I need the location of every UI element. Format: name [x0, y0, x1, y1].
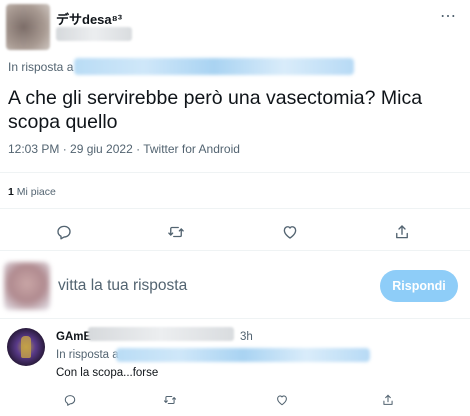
- reply-submit-label: Rispondi: [392, 279, 446, 293]
- likes-count-row[interactable]: 1 Mi piace: [8, 186, 56, 198]
- tweet-text: A che gli servirebbe però una vasectomia…: [8, 87, 423, 133]
- avatar-figure: [21, 336, 31, 358]
- reply-context-mentions[interactable]: [74, 58, 354, 75]
- divider: [0, 318, 470, 319]
- retweet-icon: [168, 226, 184, 238]
- reply-context: In risposta a: [56, 349, 119, 361]
- reply-text: Con la scopa...forse: [56, 367, 159, 379]
- reply-context-label: In risposta a: [8, 60, 74, 74]
- reply-context-label: In risposta a: [56, 349, 119, 361]
- reply-share-button[interactable]: [376, 388, 400, 412]
- likes-count: 1: [8, 186, 14, 198]
- divider: [0, 172, 470, 173]
- tweet-author-name[interactable]: デサdesa⁸³: [56, 9, 122, 28]
- tweet-author-handle[interactable]: [56, 27, 132, 41]
- reply-icon: [57, 225, 71, 240]
- reply-time[interactable]: 3h: [240, 331, 253, 343]
- reply-reply-button[interactable]: [58, 388, 82, 412]
- more-options-icon[interactable]: ⋯: [440, 6, 456, 26]
- composer-placeholder: vitta la tua risposta: [58, 277, 188, 294]
- reply-submit-button[interactable]: Rispondi: [380, 270, 458, 302]
- reply-author-name[interactable]: GAmE: [56, 331, 91, 343]
- reply-author-handle[interactable]: [88, 327, 234, 341]
- composer-input[interactable]: vitta la tua risposta: [58, 272, 358, 300]
- tweet-timestamp[interactable]: 12:03 PM · 29 giu 2022 · Twitter for And…: [8, 142, 240, 156]
- likes-label: Mi piace: [16, 186, 56, 198]
- reply-retweet-button[interactable]: [158, 388, 182, 412]
- reply-button[interactable]: [52, 220, 76, 244]
- divider: [0, 250, 470, 251]
- retweet-button[interactable]: [164, 220, 188, 244]
- like-icon: [283, 226, 297, 239]
- reply-context: In risposta a: [8, 60, 73, 74]
- share-icon: [396, 225, 408, 239]
- reply-like-button[interactable]: [270, 388, 294, 412]
- reply-author-avatar[interactable]: [7, 328, 45, 366]
- like-icon: [277, 395, 287, 406]
- composer-avatar: [4, 262, 50, 310]
- share-button[interactable]: [390, 220, 414, 244]
- reply-icon: [64, 395, 76, 406]
- share-icon: [383, 394, 393, 405]
- tweet-author-avatar[interactable]: [6, 4, 50, 50]
- reply-context-mentions[interactable]: [116, 348, 370, 362]
- like-button[interactable]: [278, 220, 302, 244]
- divider: [0, 208, 470, 209]
- retweet-icon: [163, 395, 177, 405]
